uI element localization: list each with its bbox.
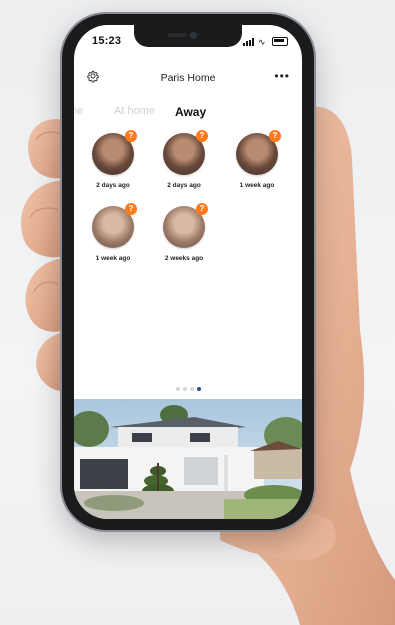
face-last-seen: 2 days ago xyxy=(96,182,130,189)
question-badge-icon: ? xyxy=(269,130,281,142)
status-icons: ∿ xyxy=(243,37,288,46)
face-item[interactable]: ? 2 days ago xyxy=(85,130,141,189)
face-item[interactable]: ? 2 weeks ago xyxy=(156,203,212,262)
home-camera-preview[interactable] xyxy=(74,399,302,519)
face-last-seen: 1 week ago xyxy=(95,255,131,262)
avatar: ? xyxy=(163,203,208,248)
pager-dot-active[interactable] xyxy=(196,387,201,391)
face-last-seen: 1 week ago xyxy=(239,182,275,189)
pager-dot[interactable] xyxy=(182,387,187,391)
face-last-seen: 2 weeks ago xyxy=(164,255,204,262)
phone-screen: 15:23 ∿ Paris Home ••• me At home Away xyxy=(74,25,302,519)
wifi-icon: ∿ xyxy=(258,36,266,47)
status-time: 15:23 xyxy=(92,35,122,47)
tab-at-home[interactable]: At home xyxy=(114,105,155,117)
battery-icon xyxy=(272,37,288,46)
question-badge-icon: ? xyxy=(125,130,137,142)
avatar: ? xyxy=(163,130,208,175)
page-indicator[interactable] xyxy=(74,387,302,391)
tab-bar: me At home Away xyxy=(74,105,302,127)
question-badge-icon: ? xyxy=(125,203,137,215)
front-camera xyxy=(190,32,197,39)
pager-dot[interactable] xyxy=(189,387,194,391)
question-badge-icon: ? xyxy=(196,130,208,142)
tab-me[interactable]: me xyxy=(74,105,83,117)
face-item[interactable]: ? 1 week ago xyxy=(85,203,141,262)
avatar: ? xyxy=(236,130,281,175)
question-badge-icon: ? xyxy=(196,203,208,215)
pager-dot[interactable] xyxy=(175,387,180,391)
face-item[interactable]: ? 2 days ago xyxy=(156,130,212,189)
phone-device: 15:23 ∿ Paris Home ••• me At home Away xyxy=(62,14,314,530)
app-header: Paris Home ••• xyxy=(74,69,302,93)
tab-away[interactable]: Away xyxy=(175,105,206,119)
phone-notch xyxy=(134,25,242,47)
more-dots-icon[interactable]: ••• xyxy=(274,70,290,82)
speaker-grill xyxy=(168,33,186,37)
page-title: Paris Home xyxy=(160,72,216,84)
face-item[interactable]: ? 1 week ago xyxy=(229,130,285,189)
avatar: ? xyxy=(92,130,137,175)
face-last-seen: 2 days ago xyxy=(167,182,201,189)
avatar: ? xyxy=(92,203,137,248)
signal-icon xyxy=(243,37,255,46)
